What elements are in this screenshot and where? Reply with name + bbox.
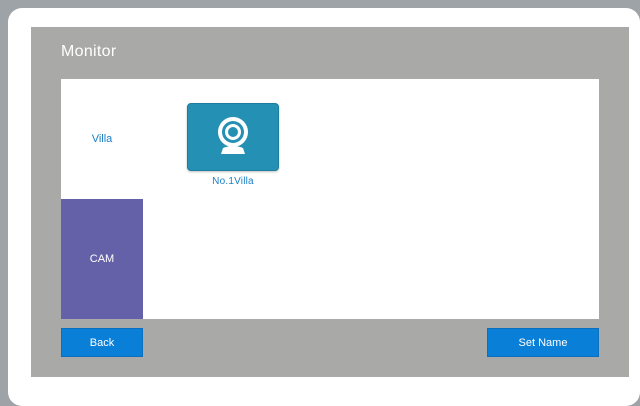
tab-villa-label: Villa (91, 133, 113, 145)
set-name-button-label: Set Name (518, 336, 568, 349)
tab-cam-label: CAM (89, 253, 115, 265)
monitor-screen: Monitor Villa CAM No.1Villa Back Set Nam… (31, 27, 629, 377)
webcam-icon (187, 103, 279, 171)
set-name-button[interactable]: Set Name (487, 328, 599, 357)
tab-villa[interactable]: Villa (61, 79, 143, 199)
content-panel: Villa CAM No.1Villa (61, 79, 599, 319)
tab-cam[interactable]: CAM (61, 199, 143, 319)
device-tile-no1villa[interactable]: No.1Villa (187, 103, 279, 187)
back-button-label: Back (89, 336, 115, 349)
back-button[interactable]: Back (61, 328, 143, 357)
device-label: No.1Villa (212, 176, 254, 187)
page-title: Monitor (61, 43, 117, 60)
